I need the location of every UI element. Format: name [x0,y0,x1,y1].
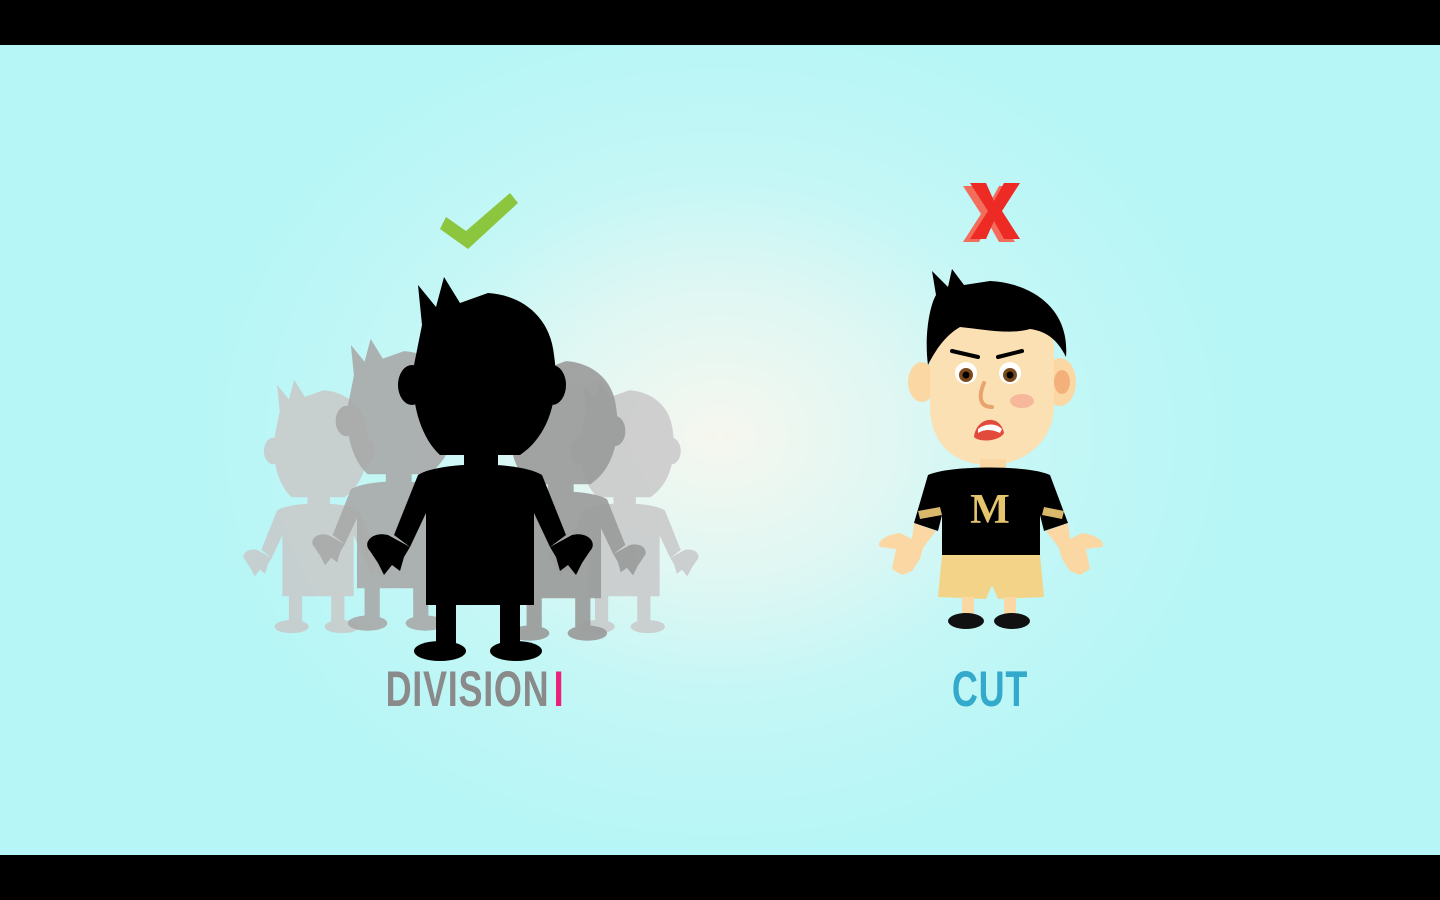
division-numeral: I [553,661,565,717]
division-word: DIVISION [385,661,550,717]
letterbox-bottom [0,855,1440,900]
x-icon [963,183,1020,242]
shirt-letter: M [970,487,1010,533]
letterbox-top [0,0,1440,45]
cut-character: M [878,269,1104,629]
illustration-stage: M DIVISIONI CUT [0,45,1440,855]
illustration-art: M [243,183,1104,661]
crowd-silhouettes [243,277,699,661]
cut-label: CUT [951,661,1029,717]
check-icon [440,193,518,249]
division-one-label: DIVISIONI [371,657,580,721]
